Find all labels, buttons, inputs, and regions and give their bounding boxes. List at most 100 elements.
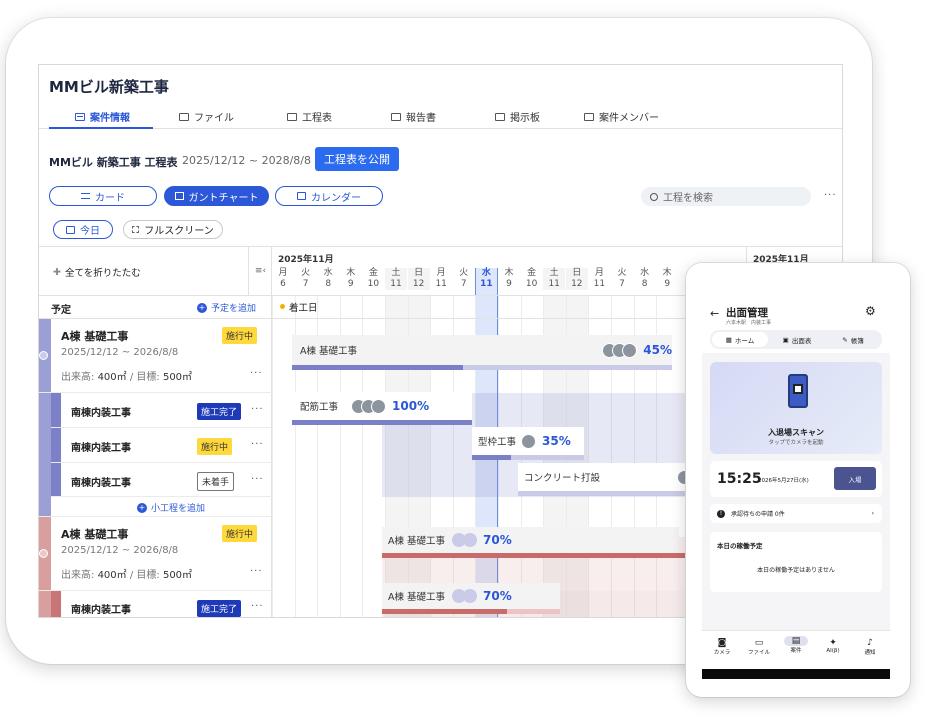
weekday: 水: [323, 268, 333, 278]
avatar-group: 35%: [521, 433, 571, 449]
nav-label: 通知: [864, 650, 876, 656]
scan-card[interactable]: 入退場スキャン タップでカメラを起動: [710, 362, 882, 454]
avatar-group: 100%: [351, 398, 429, 414]
more-icon[interactable]: ···: [251, 474, 264, 485]
progress-track: [292, 365, 672, 370]
collapse-all-button[interactable]: ✚ 全てを折りたたむ: [53, 265, 141, 280]
day-header: 土 11: [543, 268, 566, 290]
bar-percent: 70%: [483, 589, 512, 603]
table-icon: [179, 112, 189, 121]
view-card-button[interactable]: カード: [49, 186, 157, 206]
mobile-tab-ledger[interactable]: ✎ 帳簿: [826, 332, 880, 347]
output-value: 400㎡: [97, 570, 127, 581]
back-arrow-icon[interactable]: ←: [710, 307, 719, 320]
tab-reports[interactable]: 報告書: [391, 109, 436, 124]
search-input[interactable]: 工程を検索: [641, 187, 811, 206]
group-row[interactable]: A棟 基礎工事 施行中 2025/12/12 ~ 2026/8/8 出来高: 4…: [39, 319, 272, 393]
day-number: 7: [619, 279, 625, 289]
expand-icon: [132, 226, 140, 233]
mobile-tab-attendance[interactable]: ▣ 出面表: [770, 332, 824, 347]
day-header: 月 11: [430, 268, 452, 290]
nav-files[interactable]: ▭ ファイル: [742, 638, 776, 656]
bar-percent: 35%: [542, 434, 571, 448]
day-number: 7: [460, 279, 467, 289]
gantt-bar[interactable]: 配筋工事 100%: [292, 392, 472, 420]
bar-percent: 45%: [643, 343, 672, 357]
more-icon[interactable]: ···: [250, 368, 263, 379]
subtask-row[interactable]: 南棟内装工事 未着手 ···: [51, 463, 272, 497]
enter-button[interactable]: 入場: [834, 467, 876, 490]
gantt-bar[interactable]: A棟 基礎工事 45%: [292, 335, 672, 365]
nav-label: ファイル: [747, 650, 770, 656]
more-icon[interactable]: ···: [251, 439, 264, 450]
nav-ai[interactable]: ✦ AI(β): [816, 638, 850, 654]
more-menu-icon[interactable]: ···: [824, 190, 837, 201]
day-header: 木9: [340, 268, 362, 290]
tab-members[interactable]: 案件メンバー: [584, 109, 659, 124]
plus-circle-icon: +: [197, 302, 207, 313]
more-icon[interactable]: ···: [251, 601, 264, 612]
collapse-panel-icon[interactable]: ≡‹: [248, 247, 272, 295]
weekday: 火: [617, 268, 627, 278]
mobile-app: ← 出面管理 六本木駅 内装工事 ⚙ ▦ ホーム ▣ 出面表 ✎ 帳簿 入退場スキャン…: [702, 293, 890, 679]
subtask-row[interactable]: 南棟内装工事 施工完了 ···: [51, 591, 272, 617]
bar-label: コンクリート打設: [524, 473, 601, 484]
nav-cases[interactable]: ▤ 案件: [779, 636, 813, 654]
camera-icon: ◙: [717, 638, 727, 648]
gear-icon[interactable]: ⚙: [865, 304, 876, 318]
add-subtask-label: 小工程を追加: [151, 504, 206, 514]
today-label: 今日: [80, 226, 100, 237]
tab-label: 帳簿: [850, 336, 864, 345]
gantt-icon: [174, 192, 184, 200]
tab-case-info[interactable]: 案件情報: [75, 109, 130, 124]
tab-files[interactable]: ファイル: [179, 109, 234, 124]
publish-schedule-button[interactable]: 工程表を公開: [315, 147, 399, 171]
mobile-tab-bar: ▦ ホーム ▣ 出面表 ✎ 帳簿: [710, 330, 882, 349]
alert-icon: !: [717, 509, 725, 518]
add-subtask-button[interactable]: + 小工程を追加: [39, 497, 272, 517]
subtask-name: 南棟内装工事: [71, 605, 131, 616]
group-name: A棟 基礎工事: [61, 528, 129, 541]
more-icon[interactable]: ···: [251, 404, 264, 415]
subtask-row[interactable]: 南棟内装工事 施工完了 ···: [51, 393, 272, 428]
progress-fill: [292, 420, 472, 425]
group-row[interactable]: A棟 基礎工事 施行中 2025/12/12 ~ 2026/8/8 出来高: 4…: [39, 517, 272, 591]
fullscreen-button[interactable]: フルスクリーン: [123, 220, 223, 239]
day-header: 月 11: [588, 268, 610, 290]
view-calendar-button[interactable]: カレンダー: [275, 186, 383, 206]
bar-label: 配筋工事: [300, 402, 339, 413]
status-badge: 未着手: [197, 472, 235, 491]
table-icon: [287, 112, 297, 121]
gantt-bar[interactable]: A棟 基礎工事 70%: [382, 527, 679, 553]
more-icon[interactable]: ···: [250, 566, 263, 577]
tab-schedule[interactable]: 工程表: [287, 109, 332, 124]
day-number: 11: [390, 279, 402, 289]
day-number: 11: [593, 279, 606, 289]
day-header: 水 11: [475, 268, 497, 290]
status-badge: 施行中: [222, 327, 258, 344]
mobile-tab-home[interactable]: ▦ ホーム: [712, 332, 768, 347]
nav-notifications[interactable]: ♪ 通知: [853, 638, 887, 656]
day-number: 7: [302, 279, 309, 289]
output-label: 出来高:: [61, 372, 95, 383]
phone-bottom-bezel: [702, 669, 890, 679]
nav-camera[interactable]: ◙ カメラ: [705, 638, 739, 656]
schedule-title: MMビル 新築工事 工程表: [49, 156, 178, 169]
progress-fill: [292, 365, 463, 370]
today-button[interactable]: 今日: [53, 220, 113, 239]
weekday: 火: [301, 268, 311, 278]
progress-track: [292, 420, 472, 425]
subtask-name: 南棟内装工事: [71, 478, 131, 489]
weekday: 木: [662, 268, 672, 278]
tab-board[interactable]: 掲示板: [495, 109, 540, 124]
add-plan-button[interactable]: + 予定を追加: [197, 301, 256, 314]
gantt-bar[interactable]: 型枠工事 35%: [472, 427, 584, 455]
pending-requests[interactable]: ! 承認待ちの申請 0件 ›: [710, 504, 882, 523]
view-label: カレンダー: [311, 192, 361, 204]
gantt-bar[interactable]: A棟 基礎工事 70%: [382, 583, 560, 609]
board-icon: [495, 112, 505, 121]
subtask-row[interactable]: 南棟内装工事 施行中 ···: [51, 428, 272, 463]
view-gantt-button[interactable]: ガントチャート: [164, 186, 269, 206]
add-plan-label: 予定を追加: [211, 304, 257, 314]
day-header: 日 12: [565, 268, 588, 290]
